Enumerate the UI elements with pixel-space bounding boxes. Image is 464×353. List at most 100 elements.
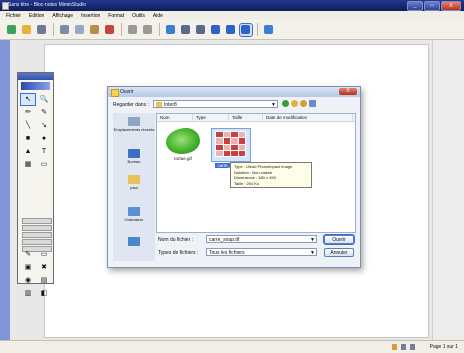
undo-icon[interactable] [127,24,139,36]
menu-format[interactable]: Format [108,13,124,19]
open-button[interactable]: Ouvrir [323,234,355,245]
window-title: Sans titre - Bloc-notes MimioStudio [8,2,87,8]
triangle-icon[interactable]: ▲ [21,146,35,157]
place-network[interactable] [113,237,155,247]
arrow-line-icon[interactable]: ↘ [37,120,51,131]
place-desktop[interactable]: Bureau [113,149,155,164]
look-in-value: Inter8 [164,102,177,108]
color-icon[interactable]: ◉ [21,275,35,286]
up-folder-icon[interactable] [291,100,298,107]
pen-icon[interactable]: ✏ [21,107,35,118]
file-list: Nom Type Taille Date de modification tor… [156,113,356,233]
dialog-close-button[interactable]: X [339,88,357,95]
menu-outils[interactable]: Outils [132,13,145,19]
line-icon[interactable]: ╲ [21,120,35,131]
computer-icon [128,207,140,216]
pointer-status-icon[interactable] [410,344,415,350]
zoom-out-icon[interactable] [225,24,237,36]
filetype-select[interactable]: Tous les fichiers ▼ [206,248,317,256]
new-folder-icon[interactable] [300,100,307,107]
paste-icon[interactable] [89,24,101,36]
copy-icon[interactable] [74,24,86,36]
page-indicator: Page 1 sur 1 [429,344,458,350]
close-tool-icon[interactable]: ✖ [37,262,51,273]
minimize-button[interactable]: _ [407,1,423,11]
look-in-dropdown[interactable]: Inter8 ▼ [153,100,278,108]
line-width-1[interactable] [22,218,52,224]
file-item[interactable]: tortue.gif [165,128,201,161]
toolbar-separator [159,23,160,36]
delete-icon[interactable] [104,24,116,36]
chevron-down-icon: ▼ [310,250,315,256]
column-type[interactable]: Type [193,114,229,121]
cut-icon[interactable] [59,24,71,36]
status-bar: Page 1 sur 1 [0,340,464,353]
spotlight-icon[interactable]: ◧ [37,288,51,299]
dialog-nav-tools [282,100,316,107]
text-icon[interactable]: T [37,146,51,157]
grid-thumbnail [215,131,246,157]
home-icon[interactable] [6,24,18,36]
forward-icon[interactable] [195,24,207,36]
back-icon[interactable] [282,100,289,107]
maximize-button[interactable]: □ [424,1,440,11]
menu-affichage[interactable]: Affichage [52,13,73,19]
ellipse-icon[interactable]: ● [37,133,51,144]
clear-icon[interactable]: ▭ [37,249,51,260]
file-name: tortue.gif [174,156,192,161]
menu-insertion[interactable]: Insertion [81,13,100,19]
menu-bar: Fichier Edition Affichage Insertion Form… [0,11,464,20]
print-icon[interactable] [36,24,48,36]
pen-status-icon[interactable] [392,344,397,350]
image-icon[interactable]: ▦ [21,159,35,170]
user-folder-icon [128,175,140,184]
redo-icon[interactable] [142,24,154,36]
recorder-icon[interactable]: ✎ [21,249,35,260]
palette-color-bar[interactable] [21,82,50,90]
palette-header[interactable] [18,73,53,80]
views-menu-icon[interactable] [309,100,316,107]
toolbar [0,20,464,40]
menu-edition[interactable]: Edition [29,13,44,19]
reveal-icon[interactable]: ▥ [21,288,35,299]
menu-fichier[interactable]: Fichier [6,13,21,19]
zoom-in-icon[interactable] [210,24,222,36]
rectangle-icon[interactable]: ■ [21,133,35,144]
open-folder-icon[interactable] [21,24,33,36]
places-bar: Emplacements récents Bureau paul Ordinat… [113,113,155,261]
screen-tool-icon[interactable]: ▤ [37,275,51,286]
column-date[interactable]: Date de modification [263,114,353,121]
menu-aide[interactable]: Aide [153,13,163,19]
back-icon[interactable] [180,24,192,36]
desktop-icon [128,149,140,158]
place-computer[interactable]: Ordinateur [113,207,155,222]
folder-icon [156,102,162,107]
column-size[interactable]: Taille [229,114,263,121]
place-recent[interactable]: Emplacements récents [113,117,155,132]
eraser-icon[interactable]: ▭ [37,159,51,170]
dialog-title-bar: Ouvrir X [108,87,360,97]
select-arrow-icon[interactable]: ↖ [20,93,36,106]
tool-palette: ↖ 🔍 ✏ ✎ ╲ ↘ ■ ● ▲ T ▦ ▭ ✎ ▭ ▣ ✖ ◉ ▤ ▥ ◧ [17,72,54,297]
column-name[interactable]: Nom [157,114,193,121]
zoom-icon[interactable]: 🔍 [37,94,51,105]
line-width-4[interactable] [22,239,52,245]
chevron-down-icon: ▼ [271,102,276,108]
gallery-icon[interactable]: ▣ [21,262,35,273]
import-icon[interactable] [165,24,177,36]
palette-tools-bottom: ✎ ▭ ▣ ✖ ◉ ▤ ▥ ◧ [21,249,51,299]
line-width-3[interactable] [22,232,52,238]
highlighter-icon[interactable]: ✎ [37,107,51,118]
filename-input[interactable]: carre_soup.tif ▼ [206,235,317,243]
close-window-button[interactable]: X [441,1,461,11]
place-user[interactable]: paul [113,175,155,190]
window-controls: _ □ X [407,1,461,11]
pencil-status-icon[interactable] [401,344,406,350]
chevron-down-icon: ▼ [310,237,315,243]
zoom-fit-icon[interactable] [239,22,253,37]
column-headers: Nom Type Taille Date de modification [157,114,355,122]
line-width-2[interactable] [22,225,52,231]
toolbar-separator [257,23,258,36]
screen-icon[interactable] [263,24,275,36]
cancel-button[interactable]: Annuler [324,248,354,257]
